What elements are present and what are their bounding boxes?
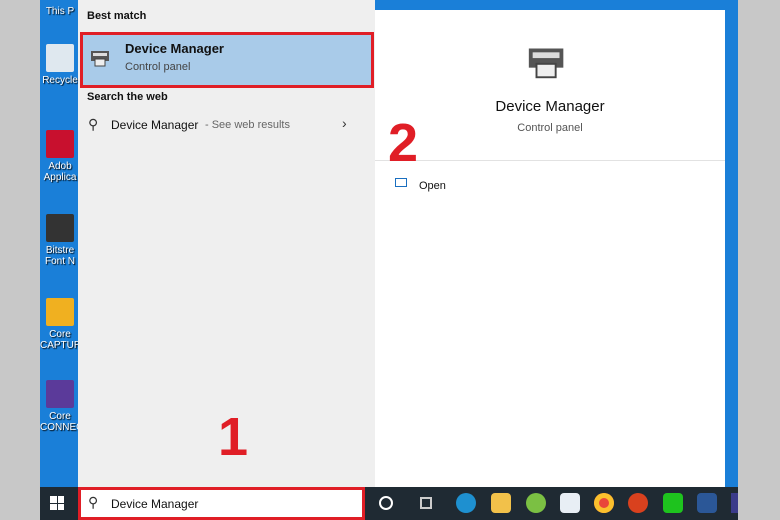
- chrome-icon[interactable]: [594, 493, 614, 513]
- preview-subtitle: Control panel: [517, 122, 583, 134]
- store-icon[interactable]: [560, 493, 580, 513]
- file-explorer-icon[interactable]: [491, 493, 511, 513]
- search-web-header: Search the web: [87, 91, 168, 103]
- desktop-icon-this-pc[interactable]: This P: [40, 6, 80, 17]
- desktop-icon-adobe[interactable]: Adob Applica: [40, 130, 80, 183]
- anydesk-icon[interactable]: [628, 493, 648, 513]
- coccoc-icon[interactable]: [526, 493, 546, 513]
- start-button[interactable]: [50, 496, 64, 510]
- word-icon[interactable]: [697, 493, 717, 513]
- desktop-icon-corel-capture[interactable]: Core CAPTUR: [40, 298, 80, 351]
- corel-capture-icon: [46, 298, 74, 326]
- search-icon: ⚲: [88, 494, 99, 510]
- cortana-icon[interactable]: [379, 496, 393, 510]
- device-manager-icon: [91, 51, 109, 67]
- line-icon[interactable]: [663, 493, 683, 513]
- desktop-icon-bitstream[interactable]: Bitstre Font N: [40, 214, 80, 267]
- adobe-icon: [46, 130, 74, 158]
- desktop-icon-recycle-bin[interactable]: Recycle: [40, 44, 80, 86]
- chevron-right-icon: ›: [342, 115, 347, 131]
- best-match-header: Best match: [87, 10, 147, 22]
- corel-connect-icon: [46, 380, 74, 408]
- web-result-item[interactable]: ⚲ Device Manager - See web results ›: [80, 112, 370, 138]
- preview-title: Device Manager: [495, 98, 605, 115]
- best-match-device-manager[interactable]: Device Manager Control panel: [80, 32, 374, 88]
- open-icon: [395, 178, 407, 187]
- app-icon-partial[interactable]: [731, 493, 738, 513]
- device-manager-large-icon: [528, 48, 564, 79]
- desktop-icon-corel-connect[interactable]: Core CONNEC: [40, 380, 80, 433]
- open-action[interactable]: Open: [393, 176, 513, 196]
- taskbar-search-box[interactable]: ⚲ Device Manager: [78, 487, 365, 520]
- task-view-icon[interactable]: [420, 497, 432, 509]
- recycle-bin-icon: [46, 44, 74, 72]
- step-2-annotation: 2: [388, 113, 419, 173]
- bitstream-icon: [46, 214, 74, 242]
- search-icon: ⚲: [88, 116, 99, 132]
- step-1-annotation: 1: [218, 407, 249, 467]
- preview-panel: Device Manager Control panel Open: [375, 10, 725, 488]
- divider: [375, 160, 725, 161]
- edge-icon[interactable]: [456, 493, 476, 513]
